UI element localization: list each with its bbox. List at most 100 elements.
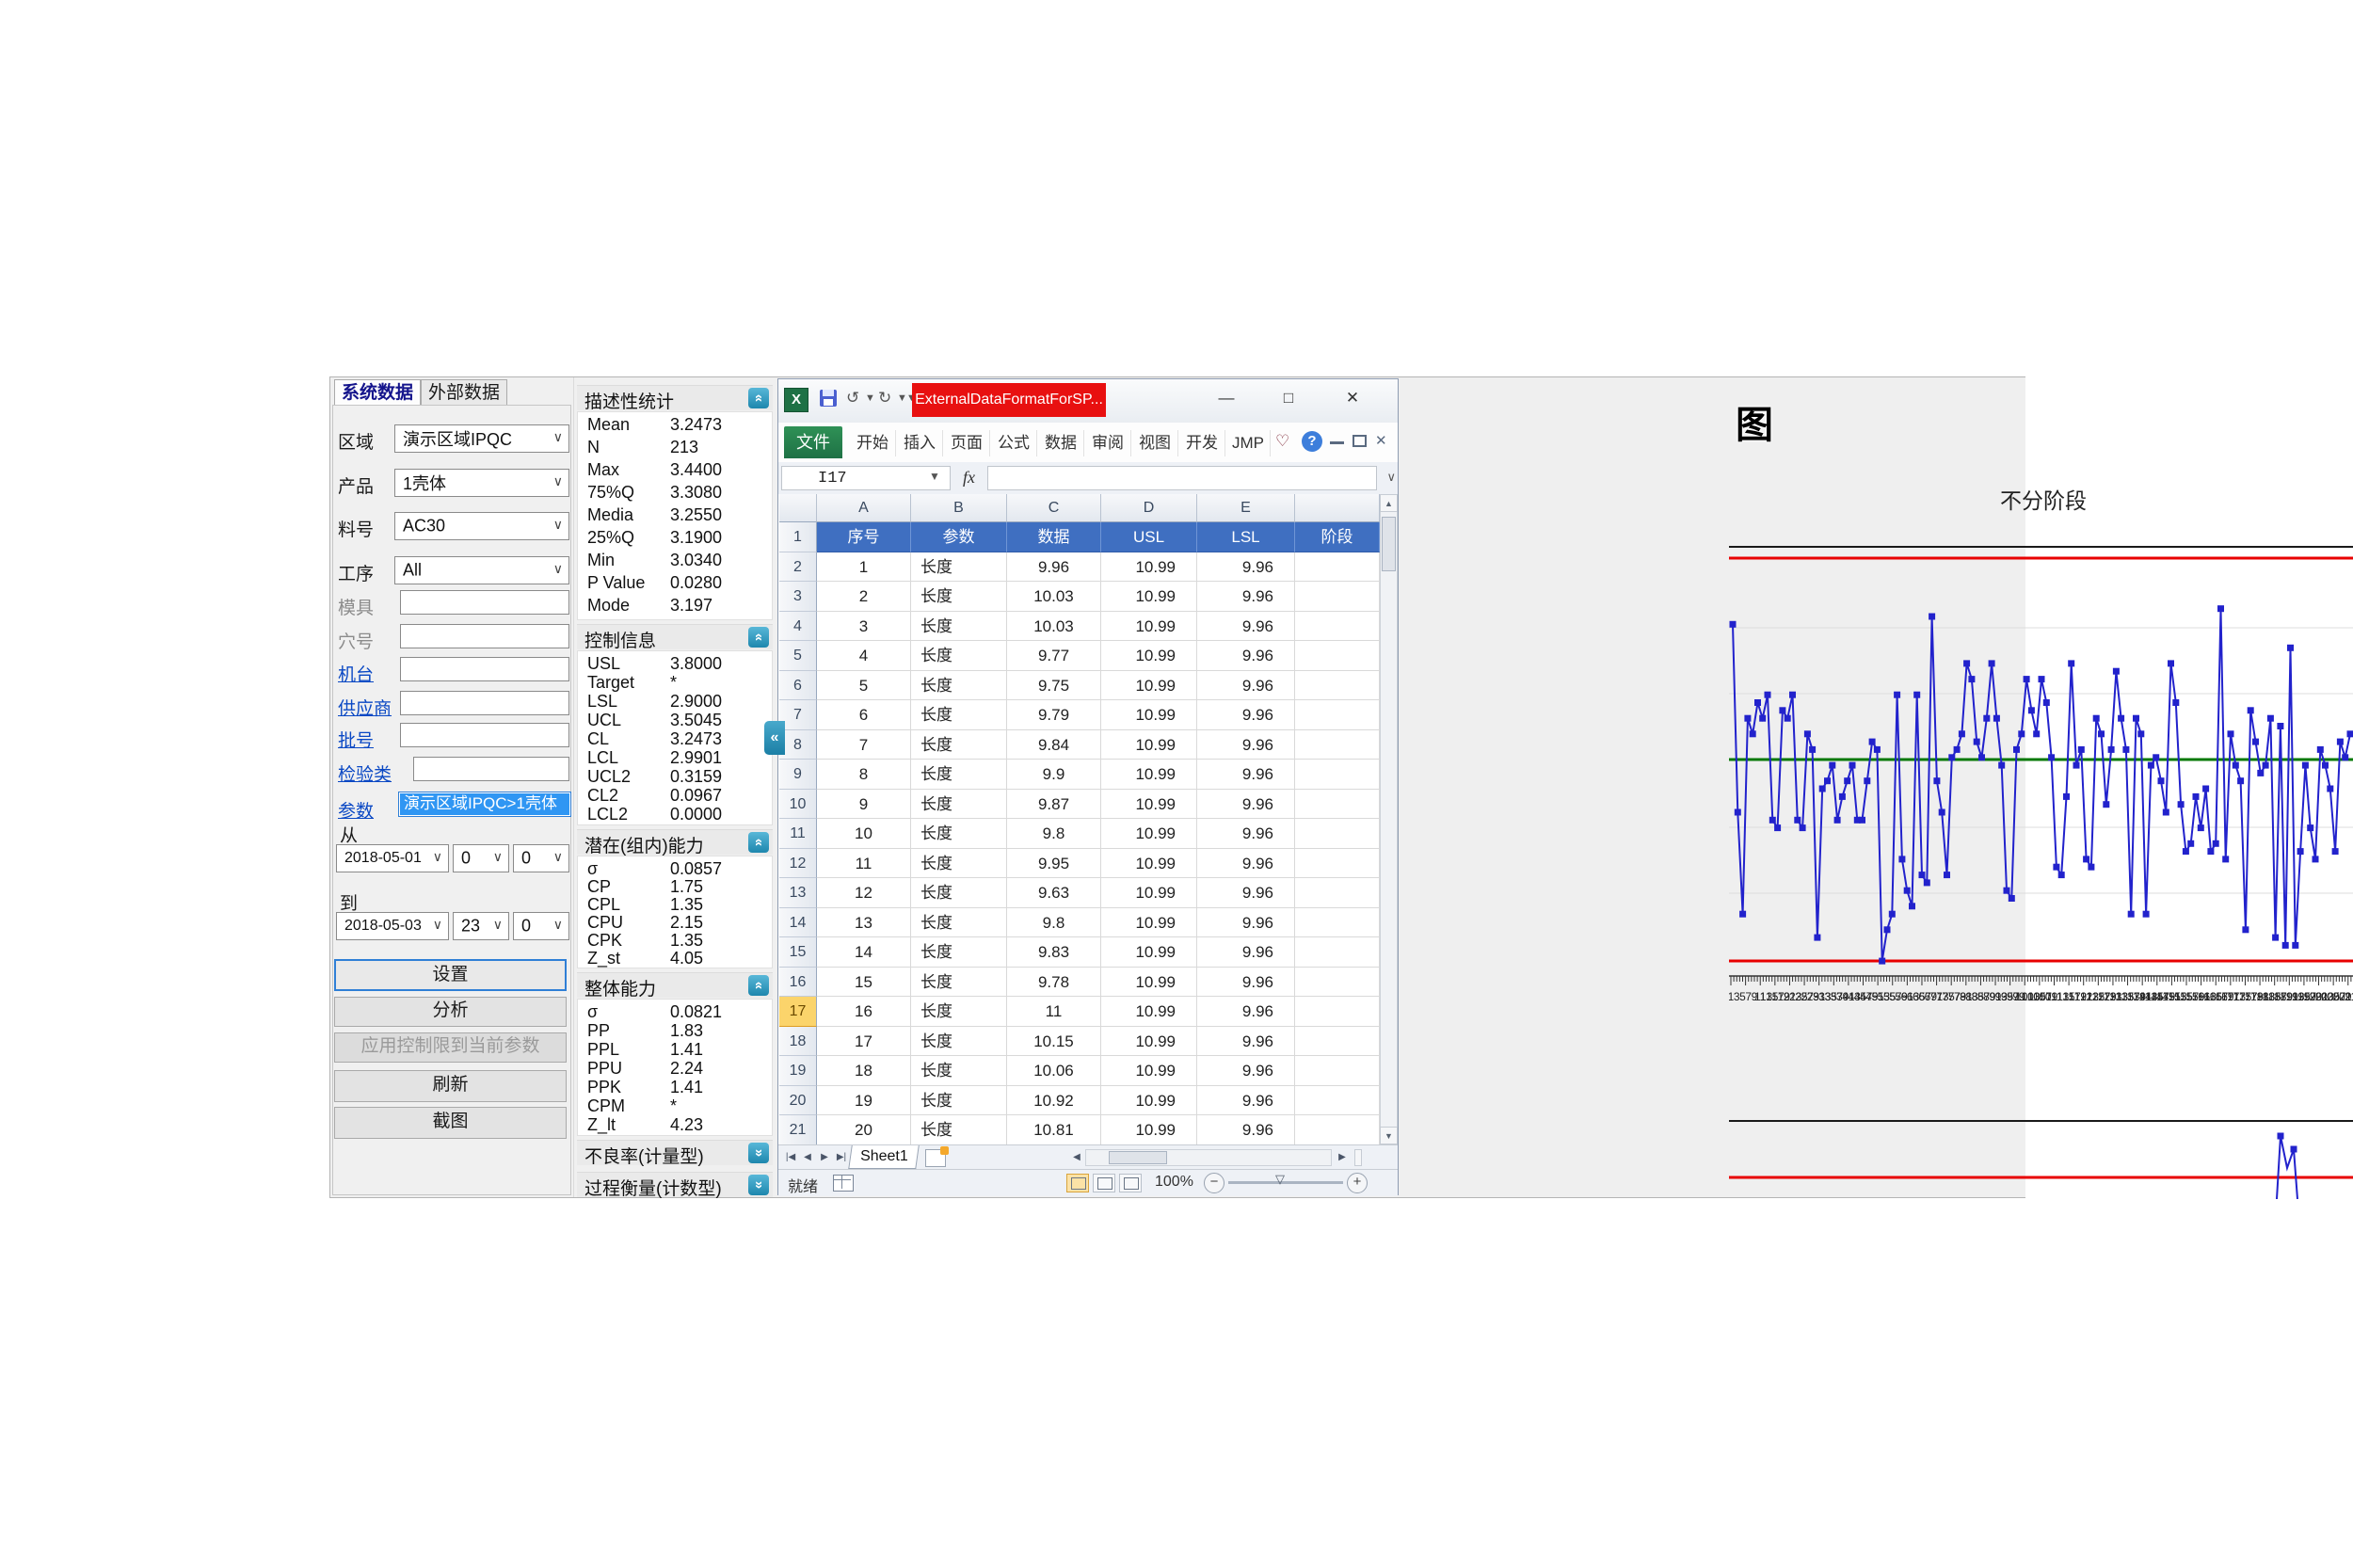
expand-icon[interactable]: « bbox=[748, 1143, 769, 1163]
zoom-out-icon[interactable]: − bbox=[1204, 1173, 1225, 1193]
data-point-marker[interactable] bbox=[2266, 714, 2274, 722]
grid-cell[interactable]: LSL bbox=[1197, 522, 1295, 552]
data-point-marker[interactable] bbox=[2297, 848, 2304, 856]
data-point-marker[interactable] bbox=[1784, 714, 1791, 722]
grid-cell[interactable]: 长度 bbox=[911, 1115, 1007, 1144]
mr-data-point-marker[interactable] bbox=[2277, 1132, 2284, 1140]
field-select-2[interactable]: 1壳体 ∨ bbox=[394, 469, 569, 497]
row-header-4[interactable]: 4 bbox=[779, 611, 817, 641]
data-point-marker[interactable] bbox=[2301, 761, 2309, 769]
section-header-4[interactable]: 整体能力 « bbox=[577, 972, 773, 1000]
field-input-8[interactable] bbox=[400, 691, 569, 715]
data-point-marker[interactable] bbox=[1968, 676, 1976, 683]
action-button-2[interactable]: 分析 bbox=[334, 997, 567, 1027]
data-point-marker[interactable] bbox=[1844, 777, 1851, 785]
grid-cell[interactable] bbox=[1295, 552, 1380, 582]
hscroll-left-icon[interactable]: ◀ bbox=[1068, 1148, 1085, 1166]
data-point-marker[interactable] bbox=[2272, 934, 2280, 941]
workbook-minimize-icon[interactable] bbox=[1330, 435, 1344, 444]
data-point-marker[interactable] bbox=[2292, 941, 2299, 949]
grid-cell[interactable]: 10 bbox=[817, 819, 911, 849]
close-button[interactable]: ✕ bbox=[1332, 385, 1373, 413]
row-header-17[interactable]: 17 bbox=[779, 997, 817, 1027]
data-point-marker[interactable] bbox=[2077, 745, 2085, 753]
zoom-level[interactable]: 100% bbox=[1155, 1174, 1193, 1191]
grid-cell[interactable] bbox=[1295, 1085, 1380, 1115]
data-point-marker[interactable] bbox=[1794, 816, 1801, 824]
grid-cell[interactable]: 10.99 bbox=[1101, 789, 1197, 819]
grid-cell[interactable] bbox=[1295, 819, 1380, 849]
data-point-marker[interactable] bbox=[1894, 691, 1901, 698]
row-header-7[interactable]: 7 bbox=[779, 700, 817, 730]
last-sheet-icon[interactable]: ▶| bbox=[833, 1148, 850, 1166]
data-point-marker[interactable] bbox=[2202, 785, 2210, 792]
spreadsheet-grid[interactable]: A B C D E 1 序号 参数 数据 USL LSL 阶段 2 1 长度 9.96 10.99 9.96 3 2 长… bbox=[778, 494, 1398, 1144]
grid-cell[interactable]: 10.99 bbox=[1101, 907, 1197, 937]
grid-cell[interactable]: 5 bbox=[817, 670, 911, 700]
data-point-marker[interactable] bbox=[1923, 879, 1930, 887]
data-point-marker[interactable] bbox=[2168, 660, 2174, 667]
grid-cell[interactable]: 9.96 bbox=[1197, 1026, 1295, 1056]
workbook-close-icon[interactable]: ✕ bbox=[1375, 434, 1389, 448]
grid-cell[interactable]: 18 bbox=[817, 1056, 911, 1086]
data-point-marker[interactable] bbox=[2003, 887, 2010, 894]
grid-cell[interactable]: 10.99 bbox=[1101, 552, 1197, 582]
data-point-marker[interactable] bbox=[2122, 745, 2130, 753]
data-point-marker[interactable] bbox=[2172, 699, 2180, 706]
hscroll-thumb[interactable] bbox=[1109, 1151, 1167, 1164]
column-header-F[interactable] bbox=[1295, 494, 1380, 522]
grid-cell[interactable]: 9.96 bbox=[1197, 848, 1295, 878]
action-button-1[interactable]: 设置 bbox=[334, 959, 567, 991]
grid-cell[interactable]: 9.96 bbox=[1197, 552, 1295, 582]
data-point-marker[interactable] bbox=[1818, 785, 1826, 792]
grid-cell[interactable]: 长度 bbox=[911, 848, 1007, 878]
grid-cell[interactable]: 长度 bbox=[911, 641, 1007, 671]
data-point-marker[interactable] bbox=[1958, 730, 1965, 738]
ribbon-tab-file[interactable]: 文件 bbox=[784, 426, 842, 458]
grid-cell[interactable]: 长度 bbox=[911, 611, 1007, 641]
data-point-marker[interactable] bbox=[1978, 754, 1985, 761]
grid-cell[interactable]: 9.96 bbox=[1197, 937, 1295, 968]
vscroll-up-icon[interactable]: ▲ bbox=[1380, 494, 1398, 512]
data-point-marker[interactable] bbox=[1824, 777, 1831, 785]
grid-cell[interactable]: 10.99 bbox=[1101, 1026, 1197, 1056]
grid-cell[interactable]: 10.99 bbox=[1101, 967, 1197, 997]
grid-cell[interactable] bbox=[1295, 611, 1380, 641]
grid-cell[interactable]: 10.99 bbox=[1101, 670, 1197, 700]
data-point-marker[interactable] bbox=[1764, 691, 1771, 698]
page-layout-view-icon[interactable] bbox=[1093, 1174, 1115, 1192]
grid-cell[interactable]: 9.96 bbox=[1197, 1085, 1295, 1115]
field-label-9[interactable]: 批号 bbox=[338, 727, 396, 752]
panel-collapse-button[interactable]: « bbox=[764, 721, 785, 755]
row-header-16[interactable]: 16 bbox=[779, 967, 817, 997]
ribbon-tab-9[interactable]: JMP bbox=[1226, 430, 1271, 456]
data-point-marker[interactable] bbox=[1799, 824, 1806, 832]
data-point-marker[interactable] bbox=[1879, 957, 1886, 965]
ribbon-tab-5[interactable]: 数据 bbox=[1038, 430, 1084, 456]
grid-cell[interactable]: 10.03 bbox=[1007, 611, 1101, 641]
data-point-marker[interactable] bbox=[2281, 941, 2289, 949]
data-point-marker[interactable] bbox=[2042, 699, 2050, 706]
row-header-6[interactable]: 6 bbox=[779, 670, 817, 700]
data-point-marker[interactable] bbox=[1833, 816, 1841, 824]
grid-cell[interactable]: 9.96 bbox=[1197, 760, 1295, 790]
section-header-6[interactable]: 过程衡量(计数型) « bbox=[577, 1172, 773, 1199]
data-point-marker[interactable] bbox=[1993, 714, 2000, 722]
data-point-marker[interactable] bbox=[1789, 691, 1796, 698]
ribbon-tab-4[interactable]: 公式 bbox=[991, 430, 1037, 456]
data-point-marker[interactable] bbox=[1973, 738, 1980, 745]
grid-cell[interactable]: 11 bbox=[1007, 997, 1101, 1027]
data-point-marker[interactable] bbox=[1929, 613, 1936, 620]
grid-cell[interactable]: 9.96 bbox=[1197, 700, 1295, 730]
field-label-8[interactable]: 供应商 bbox=[338, 695, 396, 720]
grid-cell[interactable]: 14 bbox=[817, 937, 911, 968]
field-select-4[interactable]: All ∨ bbox=[394, 556, 569, 584]
data-point-marker[interactable] bbox=[2053, 863, 2060, 871]
formula-expand-icon[interactable]: ∨ bbox=[1386, 470, 1396, 485]
data-point-marker[interactable] bbox=[1963, 660, 1971, 667]
grid-cell[interactable]: 19 bbox=[817, 1085, 911, 1115]
grid-cell[interactable]: 序号 bbox=[817, 522, 911, 552]
column-header-B[interactable]: B bbox=[911, 494, 1007, 522]
data-point-marker[interactable] bbox=[1948, 754, 1956, 761]
row-header-3[interactable]: 3 bbox=[779, 582, 817, 612]
